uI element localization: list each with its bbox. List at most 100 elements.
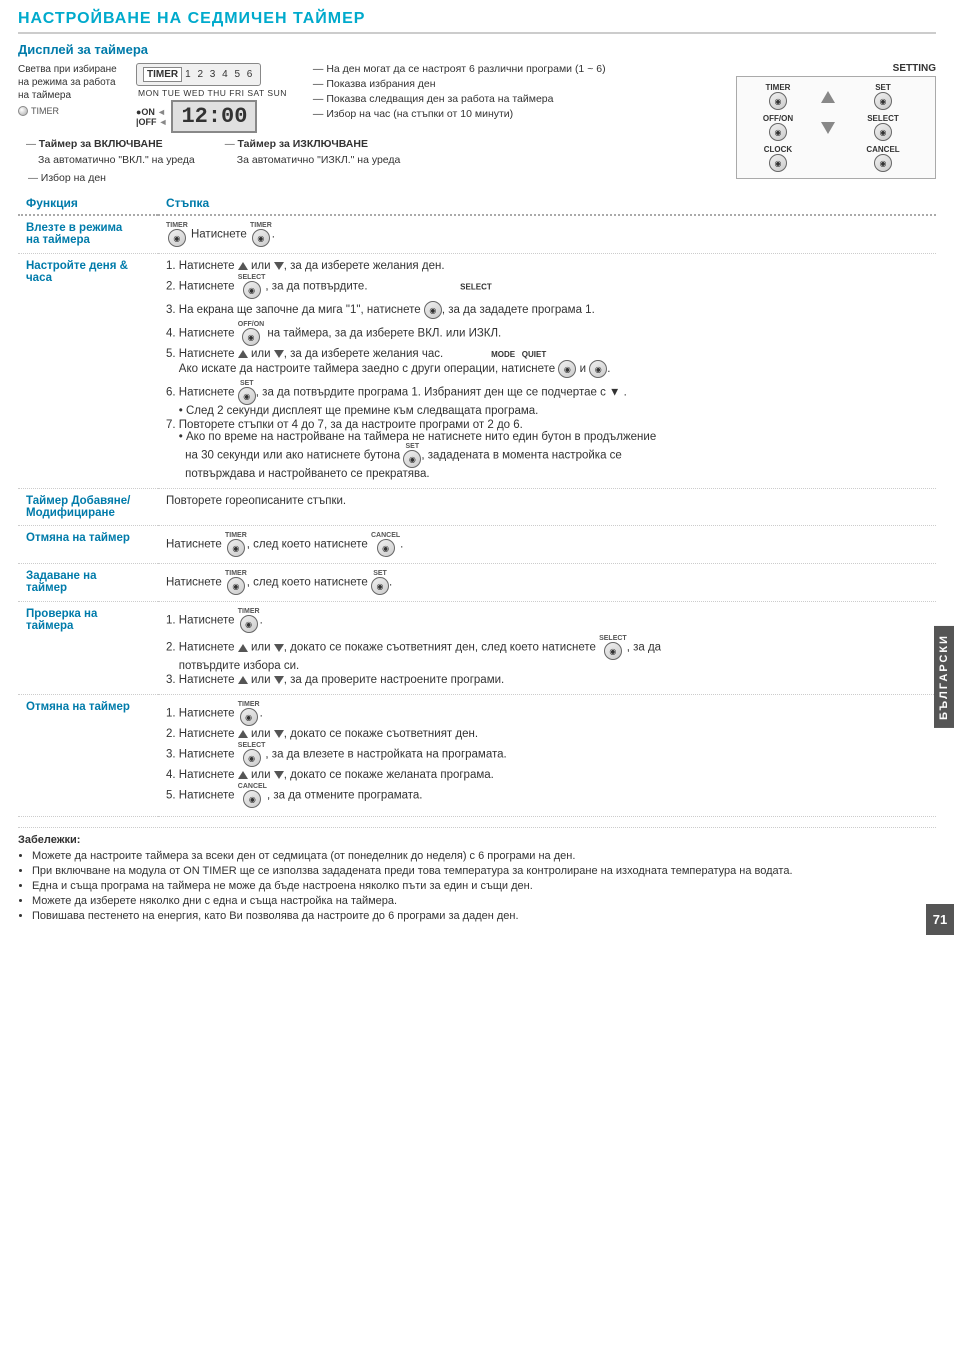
arrow-down-r6s3	[274, 676, 284, 684]
btn-clock[interactable]: ◉	[769, 154, 787, 172]
timer-icon-wrap: TIMER ◉	[166, 222, 188, 247]
btn-up[interactable]	[821, 91, 835, 103]
arrow-up-2	[238, 350, 248, 358]
btn-quiet[interactable]: ◉	[589, 360, 607, 378]
notes-list: Можете да настроите таймера за всеки ден…	[18, 850, 936, 922]
notes-item: Можете да изберете няколко дни с една и …	[32, 895, 936, 907]
arrow-down-r6	[274, 644, 284, 652]
timer-off-sub: За автоматично "ИЗКЛ." на уреда	[237, 154, 401, 166]
arrow-down	[274, 262, 284, 270]
select-icon-r6: SELECT◉	[599, 635, 627, 660]
table-row: Настройте деня &часа 1. Натиснете или , …	[18, 254, 936, 489]
step-content: 1. Натиснете TIMER◉. 2. Натиснете или , …	[158, 695, 936, 817]
timer-on-sub: За автоматично "ВКЛ." на уреда	[38, 154, 195, 166]
timer-off-label: Таймер за ИЗКЛЮЧВАНЕ	[238, 138, 368, 150]
table-row: Отмяна на таймер Натиснете TIMER◉, след …	[18, 526, 936, 564]
notes-item: Една и съща програма на таймера не може …	[32, 880, 936, 892]
col1-header: Функция	[18, 192, 158, 215]
function-label: Настройте деня &часа	[18, 254, 158, 489]
light-indicator	[18, 106, 28, 116]
diagram-main: Светва при избиране на режима за работа …	[18, 63, 726, 186]
step-content: TIMER ◉ Натиснете TIMER◉.	[158, 215, 936, 254]
notes-item: Можете да настроите таймера за всеки ден…	[32, 850, 936, 862]
timer-numbers: 1 2 3 4 5 6	[185, 69, 254, 80]
setting-title: SETTING	[736, 63, 936, 74]
notes-title: Забележки:	[18, 834, 936, 846]
arrow-up-r6	[238, 644, 248, 652]
page-container: НАСТРОЙВАНЕ НА СЕДМИЧЕН ТАЙМЕР Дисплей з…	[0, 0, 954, 935]
light-label: Светва при избиране на режима за работа …	[18, 63, 128, 102]
select-icon-r7s3: SELECT◉	[238, 742, 266, 767]
cancel-icon-r7s5: CANCEL◉	[238, 783, 267, 808]
label-offon: OFF/ON	[763, 114, 793, 123]
arrow-down-2	[274, 350, 284, 358]
timer-off-section: — Таймер за ИЗКЛЮЧВАНЕ За автоматично "И…	[225, 137, 401, 169]
callout-2: Показва избрания ден	[305, 78, 726, 90]
notes-item: При включване на модула от ON TIMER ще с…	[32, 865, 936, 877]
btn-timer-step1[interactable]: ◉	[168, 229, 186, 247]
timer-icon-r4: TIMER◉	[225, 532, 247, 557]
day-select-label: Избор на ден	[41, 172, 106, 184]
function-label: Задаване натаймер	[18, 564, 158, 602]
table-row: Отмяна на таймер 1. Натиснете TIMER◉. 2.…	[18, 695, 936, 817]
select-icon: SELECT◉	[238, 274, 266, 299]
label-cancel: CANCEL	[866, 145, 899, 154]
btn-cancel[interactable]: ◉	[874, 154, 892, 172]
arrow-down-r7	[274, 730, 284, 738]
btn-down[interactable]	[821, 122, 835, 134]
table-row: Влезте в режимана таймера TIMER ◉ Натисн…	[18, 215, 936, 254]
step-content: Натиснете TIMER◉, след което натиснете C…	[158, 526, 936, 564]
display-section-heading: Дисплей за таймера	[18, 42, 936, 57]
arrow-up-r7	[238, 730, 248, 738]
timer-icon-r7s1: TIMER◉	[238, 701, 260, 726]
diagram-area: Светва при избиране на режима за работа …	[18, 63, 936, 186]
btn-select[interactable]: ◉	[874, 123, 892, 141]
function-label: Отмяна на таймер	[18, 526, 158, 564]
btn-timer[interactable]: ◉	[769, 92, 787, 110]
label-timer: TIMER	[766, 83, 791, 92]
label-set: SET	[875, 83, 891, 92]
timer-days: MON TUE WED THU FRI SAT SUN	[138, 88, 287, 98]
callout-3: Показва следващия ден за работа на тайме…	[305, 93, 726, 105]
side-label: БЪЛГАРСКИ	[934, 626, 954, 728]
timer-device-label: TIMER	[31, 106, 59, 116]
label-select: SELECT	[867, 114, 899, 123]
set-icon-r5: SET◉	[371, 570, 389, 595]
instructions-table: Функция Стъпка Влезте в режимана таймера…	[18, 192, 936, 817]
offon-icon: OFF/ON◉	[238, 321, 264, 346]
arrow-up	[238, 262, 248, 270]
btn-set[interactable]: ◉	[874, 92, 892, 110]
timer-on-label: Таймер за ВКЛЮЧВАНЕ	[39, 138, 163, 150]
arrow-down-r7s4	[274, 771, 284, 779]
label-clock: CLOCK	[764, 145, 792, 154]
callout-1: На ден могат да се настроят 6 различни п…	[305, 63, 726, 75]
timer-icon-r5: TIMER◉	[225, 570, 247, 595]
set-icon-s6: SET◉	[238, 380, 256, 405]
timer-icon-r6s1: TIMER◉	[238, 608, 260, 633]
timer-icon-2: TIMER◉	[250, 222, 272, 247]
setting-panel: SETTING TIMER ◉ SET ◉	[736, 63, 936, 186]
set-icon-s7: SET◉	[403, 443, 421, 468]
step-content: Натиснете TIMER◉, след което натиснете S…	[158, 564, 936, 602]
table-row: Проверка натаймера 1. Натиснете TIMER◉. …	[18, 602, 936, 695]
function-label: Отмяна на таймер	[18, 695, 158, 817]
btn-select-step3[interactable]: ◉	[424, 301, 442, 319]
page-number: 71	[926, 904, 954, 935]
timer-on-section: — Таймер за ВКЛЮЧВАНЕ За автоматично "ВК…	[26, 137, 195, 169]
step-content: 1. Натиснете TIMER◉. 2. Натиснете или , …	[158, 602, 936, 695]
function-label: Таймер Добавяне/Модифициране	[18, 489, 158, 526]
notes-section: Забележки: Можете да настроите таймера з…	[18, 827, 936, 922]
notes-item: Повишава пестенето на енергия, като Ви п…	[32, 910, 936, 922]
cancel-icon-r4: CANCEL◉	[371, 532, 400, 557]
col2-header: Стъпка	[158, 192, 936, 215]
table-row: Задаване натаймер Натиснете TIMER◉, след…	[18, 564, 936, 602]
timer-label: TIMER	[143, 67, 182, 82]
clock-display: 12:00	[171, 100, 257, 133]
function-label: Проверка натаймера	[18, 602, 158, 695]
page-title: НАСТРОЙВАНЕ НА СЕДМИЧЕН ТАЙМЕР	[18, 10, 936, 34]
function-label: Влезте в режимана таймера	[18, 215, 158, 254]
step-content: Повторете гореописаните стъпки.	[158, 489, 936, 526]
btn-offon[interactable]: ◉	[769, 123, 787, 141]
btn-mode[interactable]: ◉	[558, 360, 576, 378]
callout-4: Избор на час (на стъпки от 10 минути)	[305, 108, 726, 120]
